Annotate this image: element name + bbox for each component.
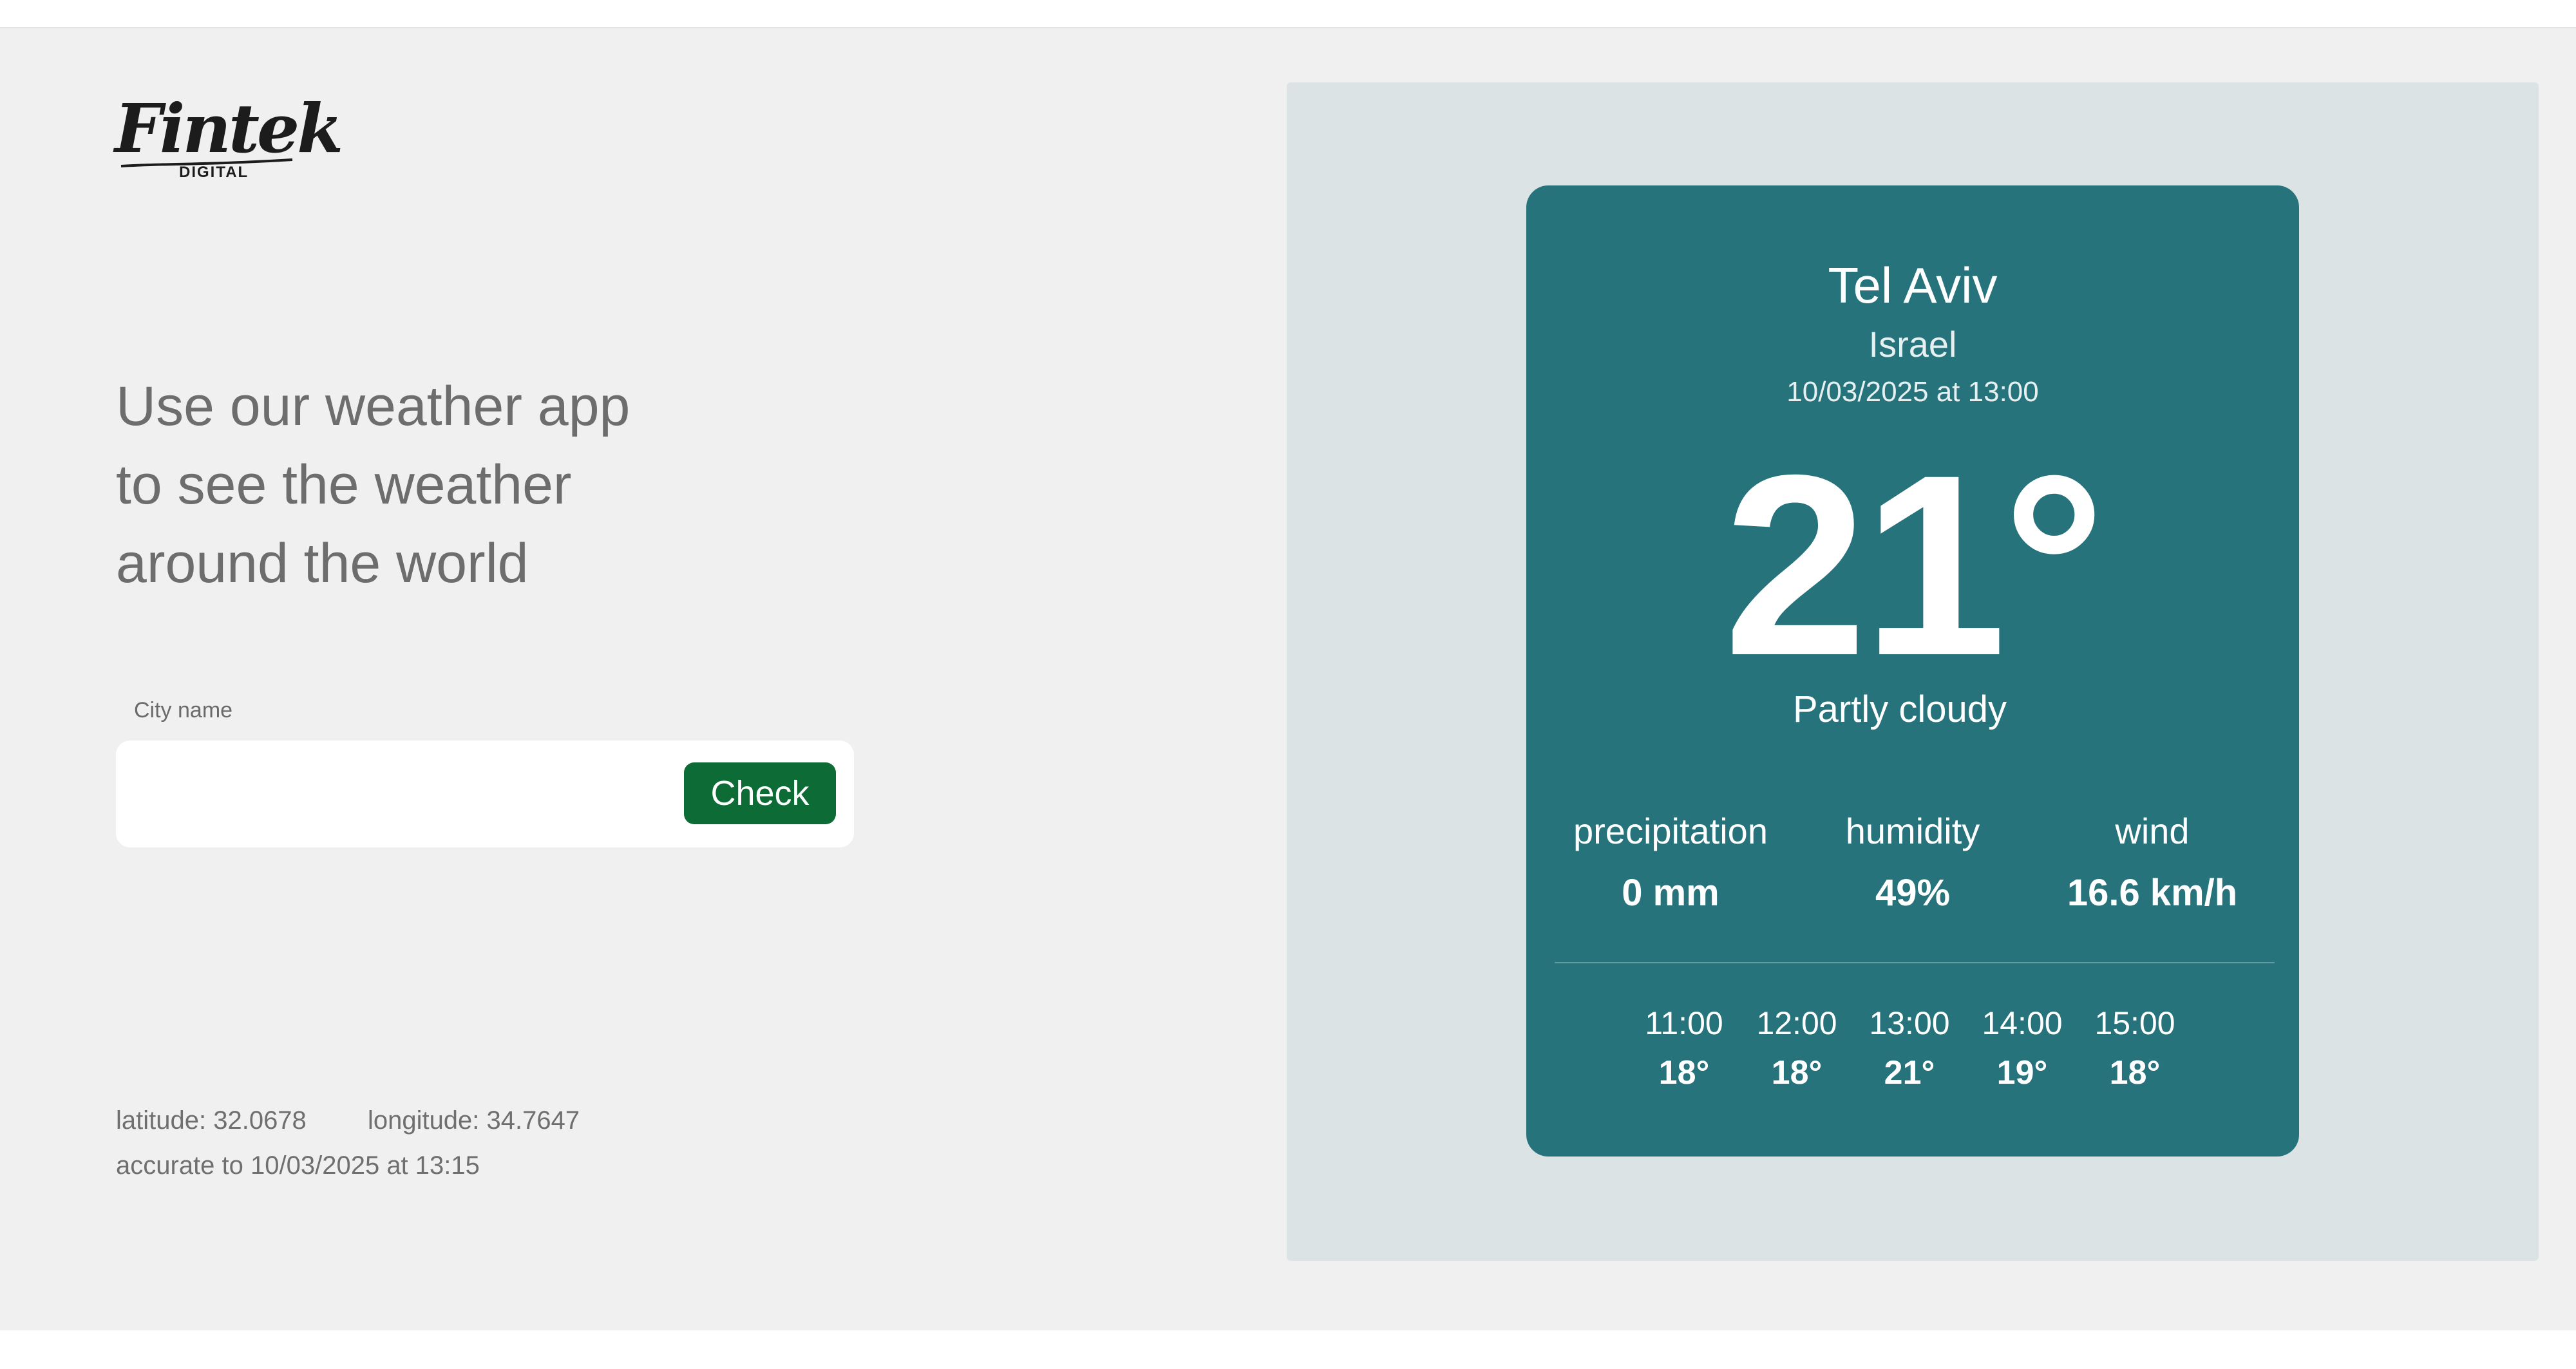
city-title: Tel Aviv [1828,257,1998,314]
bottom-bar [0,1330,2576,1369]
headline-line-2: to see the weather [116,454,572,516]
stat-label: precipitation [1573,811,1768,851]
hourly-item: 13:00 21° [1855,1005,1964,1092]
city-name-label: City name [134,698,233,722]
stat-humidity: humidity 49% [1797,810,2029,914]
hourly-time: 15:00 [2094,1005,2175,1041]
hourly-temp: 21° [1884,1054,1935,1091]
stat-value: 16.6 km/h [2067,872,2238,914]
stat-precipitation: precipitation 0 mm [1555,810,1786,914]
hourly-item: 11:00 18° [1629,1005,1739,1092]
stat-label: humidity [1845,811,1980,851]
card-divider [1555,962,2275,963]
hourly-item: 14:00 19° [1967,1005,2077,1092]
hourly-temp: 18° [1771,1054,1823,1091]
headline-line-1: Use our weather app [116,375,630,437]
country-text: Israel [1868,324,1957,364]
hourly-temp: 18° [1658,1054,1710,1091]
latitude-text: latitude: 32.0678 [116,1106,307,1135]
hourly-time: 13:00 [1869,1005,1950,1041]
weather-stats: precipitation 0 mm humidity 49% wind 16.… [1526,810,2299,939]
hourly-temp: 19° [1996,1054,2048,1091]
hourly-time: 14:00 [1982,1005,2063,1041]
stat-label: wind [2115,811,2190,851]
weather-condition: Partly cloudy [1792,688,2007,730]
hourly-item: 12:00 18° [1742,1005,1852,1092]
hourly-time: 11:00 [1645,1005,1723,1041]
headline-line-3: around the world [116,533,529,594]
city-name-input[interactable] [135,766,756,823]
logo-wordmark: Fintek [115,89,343,168]
logo-subtitle: DIGITAL [179,164,249,181]
hourly-item: 15:00 18° [2080,1005,2190,1092]
forecast-datetime: 10/03/2025 at 13:00 [1786,376,2039,408]
hourly-temp: 18° [2109,1054,2161,1091]
current-temperature: 21° [1723,421,2106,709]
stat-value: 49% [1875,872,1951,914]
hourly-time: 12:00 [1756,1005,1837,1041]
check-button[interactable]: Check [684,762,836,824]
accuracy-text: accurate to 10/03/2025 at 13:15 [116,1151,480,1180]
coordinates: latitude: 32.0678 longitude: 34.7647 [116,1106,580,1135]
weather-card: Tel Aviv Israel 10/03/2025 at 13:00 21° … [1526,185,2299,1157]
hero-headline: Use our weather app to see the weather a… [116,367,696,603]
hourly-forecast: 11:00 18° 12:00 18° 13:00 21° 14:00 19° … [1526,1005,2299,1120]
stat-wind: wind 16.6 km/h [2036,810,2268,914]
fintek-logo: Fintek DIGITAL [115,95,343,185]
top-bar [0,0,2576,28]
longitude-text: longitude: 34.7647 [367,1106,580,1135]
stat-value: 0 mm [1622,872,1719,914]
